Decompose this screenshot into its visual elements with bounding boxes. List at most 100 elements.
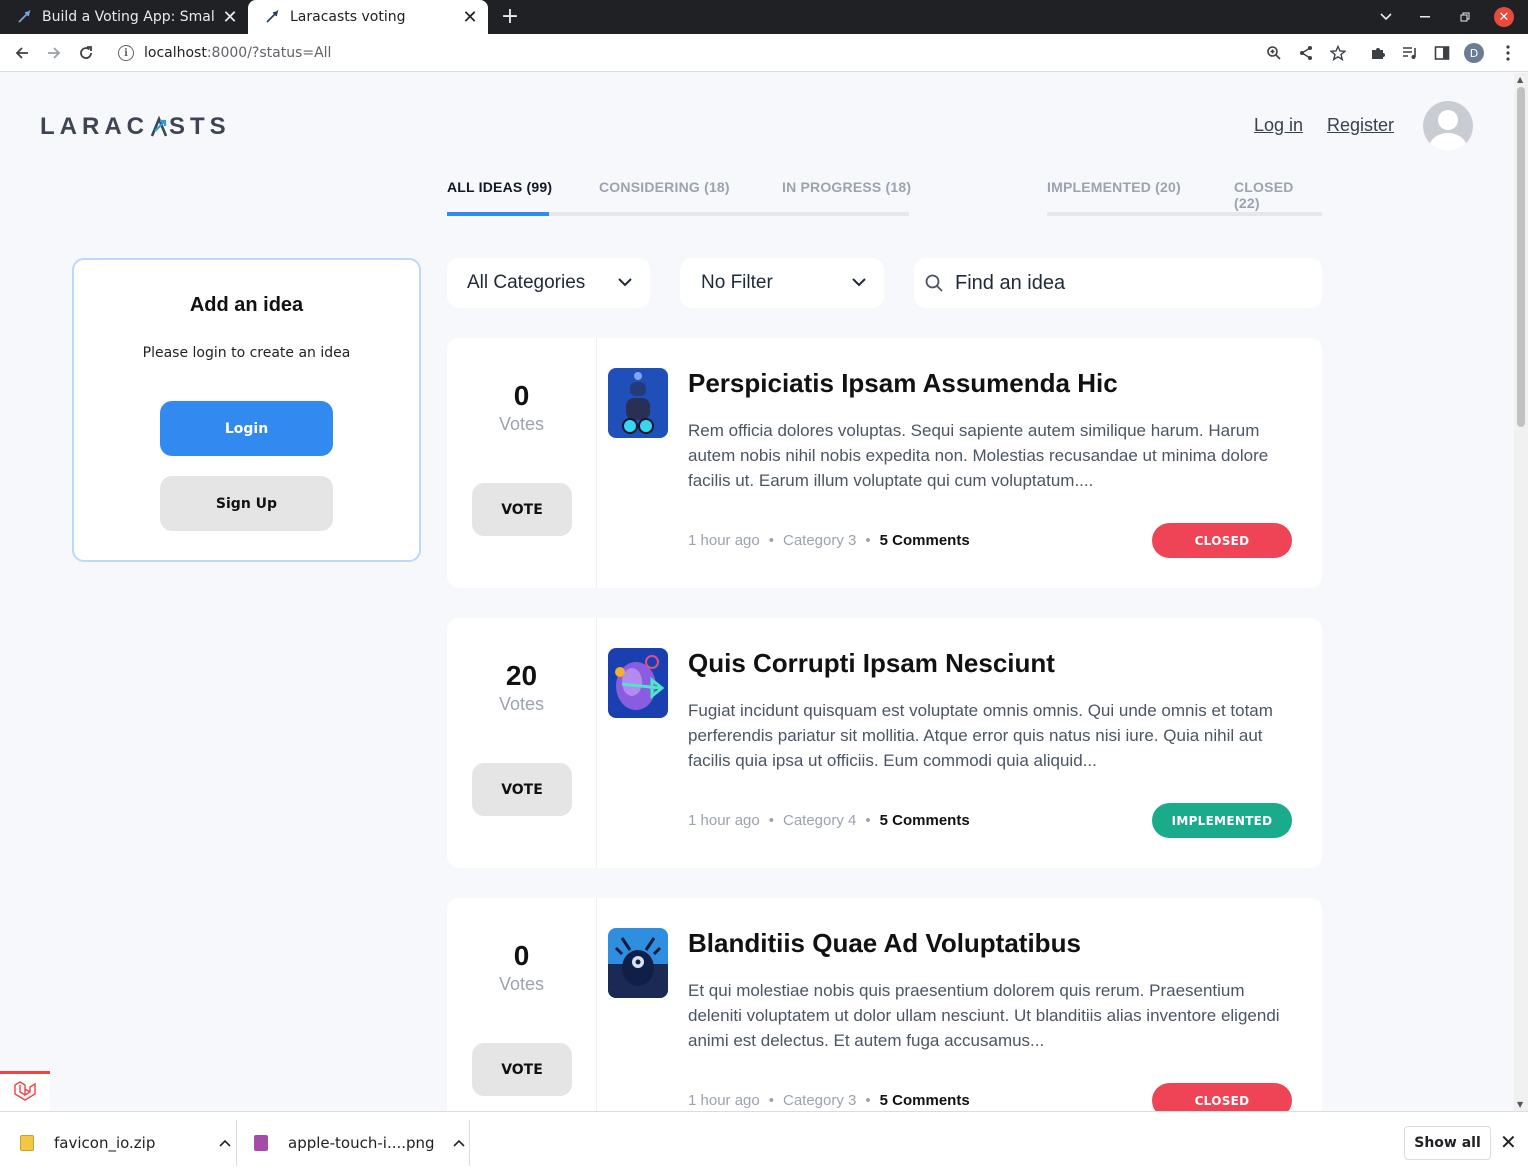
bookmark-star-icon[interactable] [1328,43,1348,63]
download-separator [469,1120,470,1166]
page-viewport: LARAC STS Log in Register ALL IDEAS (99)… [0,73,1514,1111]
restore-icon[interactable] [1454,0,1476,34]
search-placeholder: Find an idea [955,271,1066,294]
separator-dot: • [768,532,774,549]
zip-file-icon [20,1135,34,1151]
idea-avatar[interactable] [608,648,668,718]
browser-tab[interactable]: Build a Voting App: Small ✕ [0,0,248,34]
download-filename: favicon_io.zip [54,1134,156,1152]
site-info-icon[interactable]: i [118,45,134,61]
url-path: :8000/?status=All [206,45,332,61]
logo-text-right: STS [169,113,231,140]
vote-count: 20 [505,660,538,691]
reload-icon[interactable] [76,43,96,63]
vote-button[interactable]: VOTE [472,1043,572,1096]
downloads-bar: favicon_io.zip apple-touch-i....png Show… [0,1111,1528,1173]
other-filter-value: No Filter [701,272,773,293]
idea-card[interactable]: 0 Votes VOTE Perspiciatis Ipsam Assumend… [447,338,1322,588]
add-idea-title: Add an idea [189,294,304,316]
status-filter-tabs: ALL IDEAS (99) CONSIDERING (18) IN PROGR… [447,179,1322,219]
active-tab-underline [447,212,549,216]
tabs-underline-right [1047,212,1322,216]
media-queue-icon[interactable] [1400,43,1420,63]
download-separator [236,1120,237,1166]
idea-time: 1 hour ago [688,532,760,549]
search-input[interactable]: Find an idea [914,258,1322,308]
download-item[interactable]: favicon_io.zip [20,1112,231,1173]
status-badge: IMPLEMENTED [1152,803,1292,838]
idea-title[interactable]: Blanditiis Quae Ad Voluptatibus [688,928,1081,959]
share-icon[interactable] [1296,43,1316,63]
votes-label: Votes [498,974,545,994]
vote-count: 0 [513,940,530,971]
idea-card[interactable]: 20 Votes VOTE Quis Corrupti Ipsam Nesciu… [447,618,1322,868]
kebab-menu-icon[interactable] [1498,43,1518,63]
votes-label: Votes [498,694,545,714]
tab-close-icon[interactable]: ✕ [456,7,484,28]
scroll-up-arrow-icon[interactable]: ▲ [1517,75,1523,84]
forward-arrow-icon[interactable] [44,43,64,63]
login-link[interactable]: Log in [1254,115,1303,136]
page-scrollbar[interactable]: ▲ ▼ [1514,73,1528,1111]
chevron-down-icon [618,278,632,287]
scrollbar-thumb[interactable] [1517,87,1525,427]
register-link[interactable]: Register [1327,115,1394,136]
chevron-down-icon [852,278,866,287]
laracasts-logo[interactable]: LARAC STS [40,113,231,141]
zoom-icon[interactable] [1264,43,1284,63]
idea-avatar[interactable] [608,368,668,438]
idea-comments-count[interactable]: 5 Comments [880,532,970,549]
new-tab-plus-icon[interactable]: + [498,4,522,30]
extensions-puzzle-icon[interactable] [1368,43,1388,63]
add-idea-card: Add an idea Please login to create an id… [72,258,421,562]
idea-title[interactable]: Quis Corrupti Ipsam Nesciunt [688,648,1055,679]
show-all-downloads-button[interactable]: Show all [1404,1126,1491,1160]
profile-avatar[interactable]: D [1464,43,1484,63]
idea-avatar[interactable] [608,928,668,998]
browser-tab-active[interactable]: Laracasts voting ✕ [248,0,488,34]
other-filter-select[interactable]: No Filter [680,258,884,308]
category-select-value: All Categories [467,272,586,293]
chevron-up-icon[interactable] [219,1139,231,1147]
login-button[interactable]: Login [160,401,333,456]
browser-tab-strip: Build a Voting App: Small ✕ Laracasts vo… [0,0,1528,34]
vote-column: 0 Votes VOTE [447,898,597,1111]
laravel-logo-icon [14,1080,36,1101]
search-icon [925,274,943,292]
chevron-up-icon[interactable] [453,1139,465,1147]
vote-button[interactable]: VOTE [472,483,572,536]
back-arrow-icon[interactable] [12,43,32,63]
idea-description: Rem officia dolores voluptas. Sequi sapi… [688,421,1269,490]
idea-category: Category 4 [783,812,857,829]
scroll-down-arrow-icon[interactable]: ▼ [1517,1100,1523,1109]
avatar-body [1429,133,1467,151]
side-panel-icon[interactable] [1432,43,1452,63]
tab-search-chevron-icon[interactable] [1372,0,1400,34]
vote-button[interactable]: VOTE [472,763,572,816]
idea-card[interactable]: 0 Votes VOTE Blanditiis Quae Ad Voluptat… [447,898,1322,1111]
separator-dot: • [865,1092,871,1109]
user-avatar[interactable] [1423,101,1473,151]
close-downloads-icon[interactable]: ✕ [1500,1130,1517,1154]
idea-comments-count[interactable]: 5 Comments [880,812,970,829]
category-select[interactable]: All Categories [447,258,650,308]
separator-dot: • [865,532,871,549]
image-file-icon [254,1135,268,1151]
idea-title[interactable]: Perspiciatis Ipsam Assumenda Hic [688,368,1118,399]
tab-title: Laracasts voting [290,9,406,25]
idea-comments-count[interactable]: 5 Comments [880,1092,970,1109]
add-idea-subtitle: Please login to create an idea [142,345,351,361]
status-badge: CLOSED [1152,1083,1292,1111]
rocket-favicon-icon [16,9,32,25]
tab-title: Build a Voting App: Small [42,9,216,25]
tab-close-icon[interactable]: ✕ [216,7,244,28]
download-item[interactable]: apple-touch-i....png [254,1112,465,1173]
window-close-icon[interactable]: ✕ [1494,7,1514,27]
laravel-debugbar-toggle[interactable] [0,1071,50,1111]
minimize-icon[interactable] [1414,0,1436,34]
address-bar[interactable]: i localhost:8000/?status=All [108,38,1358,68]
laracasts-favicon-icon [264,9,280,25]
signup-button[interactable]: Sign Up [160,476,333,531]
separator-dot: • [768,812,774,829]
idea-meta: 1 hour ago • Category 3 • 5 Comments [688,532,970,549]
